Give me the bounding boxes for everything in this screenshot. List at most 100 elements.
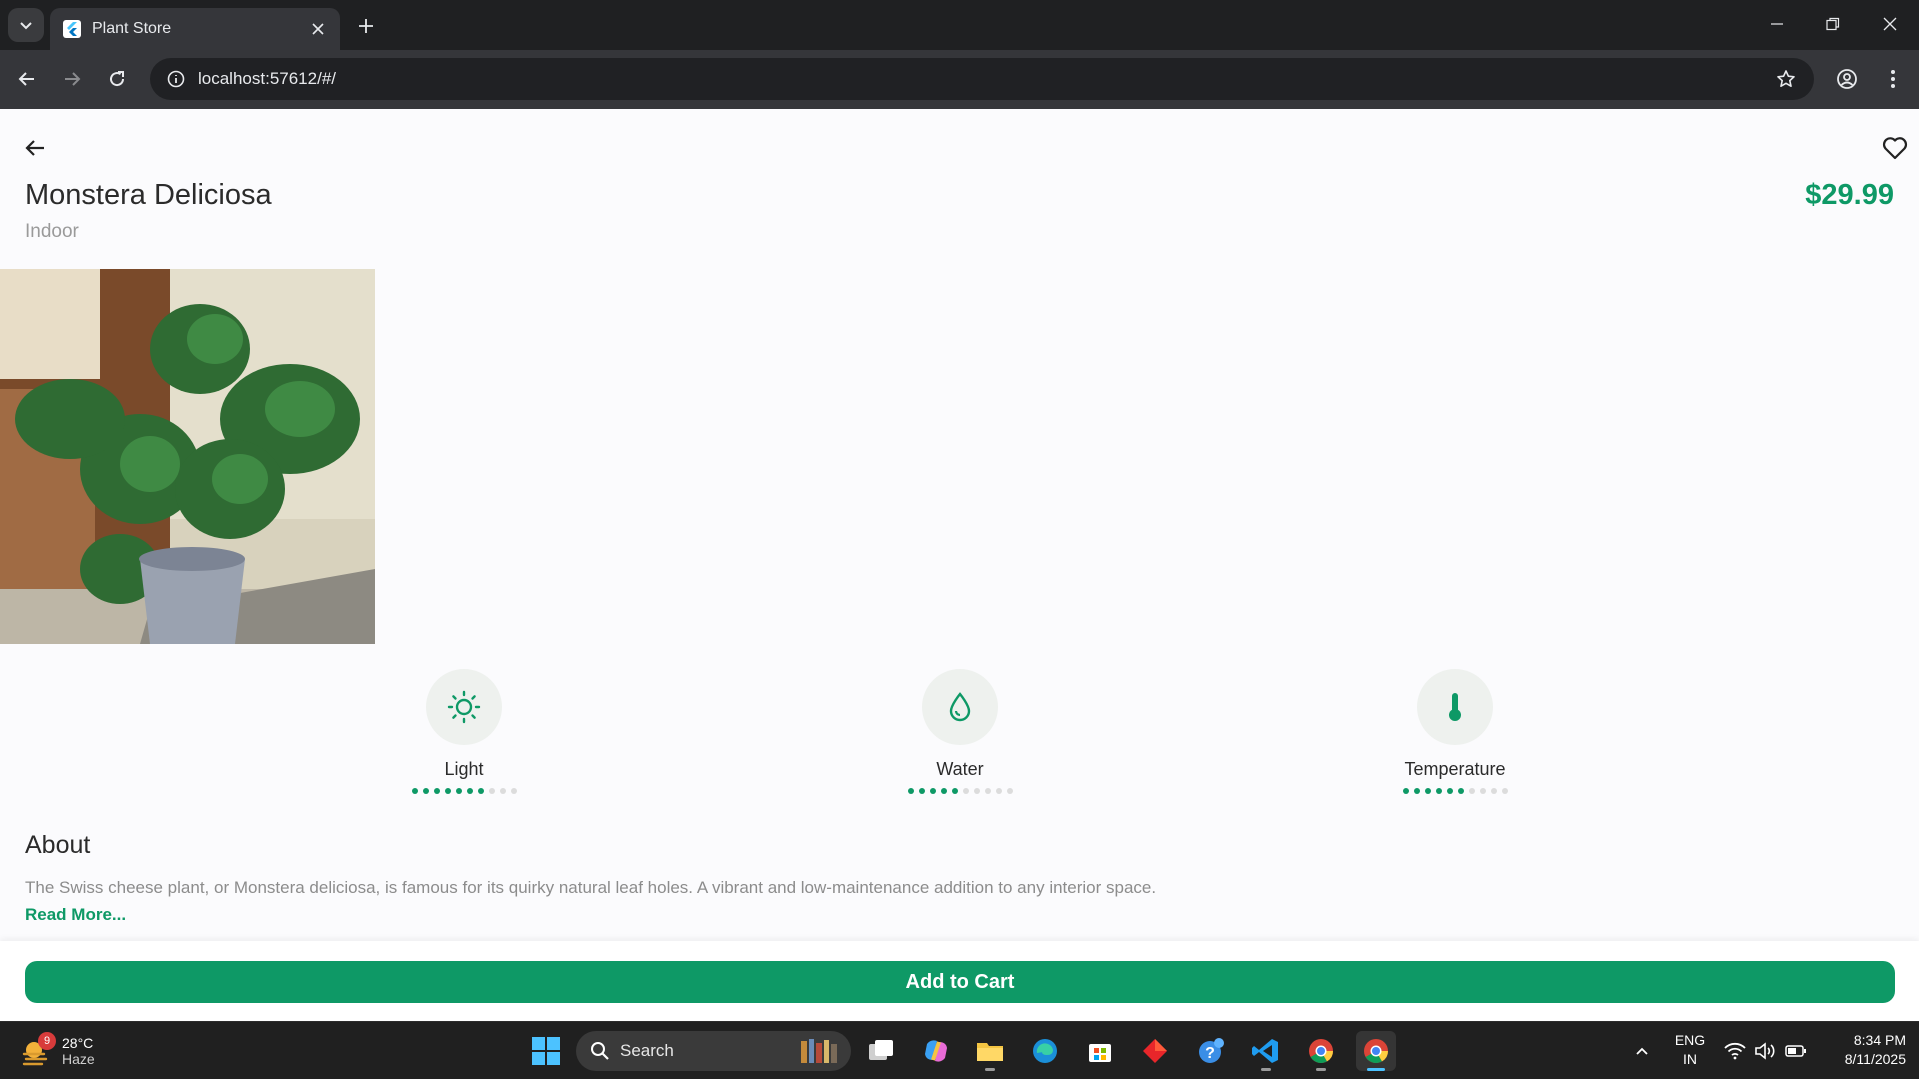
svg-text:?: ? <box>1205 1045 1215 1062</box>
bookmark-star-icon[interactable] <box>1766 59 1806 99</box>
add-to-cart-button[interactable]: Add to Cart <box>25 961 1895 1003</box>
level-dot <box>1490 788 1497 794</box>
file-explorer-icon[interactable] <box>970 1031 1010 1071</box>
battery-icon[interactable] <box>1782 1031 1810 1071</box>
level-dot <box>444 788 451 794</box>
level-dot <box>488 788 495 794</box>
level-dot <box>499 788 506 794</box>
care-label: Temperature <box>1404 759 1506 779</box>
taskbar-search[interactable]: Search <box>576 1031 851 1071</box>
level-dot <box>1402 788 1409 794</box>
level-dot <box>1468 788 1475 794</box>
water-drop-icon <box>922 669 998 745</box>
level-dot <box>1457 788 1464 794</box>
care-temperature: Temperature <box>1365 669 1545 794</box>
running-indicator <box>985 1068 995 1071</box>
level-dot <box>1435 788 1442 794</box>
url-text[interactable]: localhost:57612/#/ <box>198 69 1766 89</box>
level-dot <box>907 788 914 794</box>
wifi-icon[interactable] <box>1722 1031 1748 1071</box>
running-indicator <box>1261 1068 1271 1071</box>
level-dot <box>973 788 980 794</box>
clock-date: 8/11/2025 <box>1844 1051 1906 1067</box>
level-dot <box>422 788 429 794</box>
weather-widget[interactable]: 9 28°C Haze <box>20 1030 95 1072</box>
level-dot <box>951 788 958 794</box>
weather-condition: Haze <box>62 1051 95 1067</box>
help-chat-icon[interactable]: ? <box>1191 1031 1231 1071</box>
level-dot <box>466 788 473 794</box>
level-dot <box>455 788 462 794</box>
system-clock[interactable]: 8:34 PM 8/11/2025 <box>1820 1031 1906 1069</box>
back-arrow-icon[interactable] <box>10 62 44 96</box>
restore-icon[interactable] <box>1813 8 1853 40</box>
search-highlight-icon <box>801 1039 837 1063</box>
clock-time: 8:34 PM <box>1853 1032 1906 1048</box>
minimize-icon[interactable] <box>1757 8 1797 40</box>
plant-category: Indoor <box>25 221 79 242</box>
level-dot <box>918 788 925 794</box>
new-tab-icon[interactable] <box>352 12 380 40</box>
site-info-icon[interactable] <box>156 59 196 99</box>
profile-icon[interactable] <box>1830 62 1864 96</box>
thermometer-icon <box>1417 669 1493 745</box>
heart-icon[interactable] <box>1878 131 1912 165</box>
tab-title: Plant Store <box>92 20 172 37</box>
care-label: Water <box>936 759 984 779</box>
windows-taskbar: 9 28°C Haze Search ? ENG IN 8:34 PM 8/11… <box>0 1021 1919 1079</box>
copilot-icon[interactable] <box>916 1031 956 1071</box>
level-dot <box>1413 788 1420 794</box>
care-label: Light <box>444 759 484 779</box>
back-arrow-icon[interactable] <box>18 131 52 165</box>
search-icon <box>591 1042 609 1060</box>
browser-tab[interactable]: Plant Store <box>50 8 340 50</box>
vscode-icon[interactable] <box>1246 1031 1286 1071</box>
care-light: Light <box>374 669 554 794</box>
edge-browser-icon[interactable] <box>1025 1031 1065 1071</box>
level-dot <box>940 788 947 794</box>
forward-arrow-icon[interactable] <box>55 62 89 96</box>
search-label: Search <box>620 1041 674 1060</box>
kebab-menu-icon[interactable] <box>1876 62 1910 96</box>
level-dot <box>477 788 484 794</box>
level-dot <box>962 788 969 794</box>
task-view-icon[interactable] <box>861 1031 901 1071</box>
windows-start-icon[interactable] <box>526 1031 566 1071</box>
browser-toolbar: localhost:57612/#/ <box>0 50 1919 109</box>
level-dot <box>984 788 991 794</box>
language-code: ENG <box>1674 1032 1706 1048</box>
browser-tabstrip: Plant Store <box>0 0 1919 50</box>
language-indicator[interactable]: ENG IN <box>1668 1031 1712 1069</box>
plant-price: $29.99 <box>1805 179 1894 211</box>
chevron-down-icon <box>20 22 32 30</box>
weather-haze-icon: 9 <box>20 1032 56 1068</box>
level-dot <box>1006 788 1013 794</box>
cart-bar: Add to Cart <box>0 941 1919 1021</box>
app-diamond-icon[interactable] <box>1135 1031 1175 1071</box>
notification-badge: 9 <box>38 1032 56 1050</box>
microsoft-store-icon[interactable] <box>1080 1031 1120 1071</box>
level-dot <box>1424 788 1431 794</box>
volume-icon[interactable] <box>1752 1031 1778 1071</box>
plant-image <box>0 269 375 644</box>
chrome-icon[interactable] <box>1301 1031 1341 1071</box>
level-dot <box>411 788 418 794</box>
level-dot <box>1446 788 1453 794</box>
chrome-active-icon[interactable] <box>1356 1031 1396 1071</box>
about-title: About <box>25 831 91 859</box>
close-window-icon[interactable] <box>1870 8 1910 40</box>
level-dot <box>1501 788 1508 794</box>
care-level-indicator <box>1402 788 1508 794</box>
care-water: Water <box>870 669 1050 794</box>
care-level-indicator <box>907 788 1013 794</box>
close-tab-icon[interactable] <box>304 15 332 43</box>
weather-temperature: 28°C <box>62 1035 94 1051</box>
chevron-up-icon[interactable] <box>1630 1031 1654 1071</box>
tab-search-button[interactable] <box>8 8 44 42</box>
level-dot <box>1479 788 1486 794</box>
reload-icon[interactable] <box>100 62 134 96</box>
address-bar[interactable]: localhost:57612/#/ <box>150 58 1814 100</box>
flutter-icon <box>62 19 82 39</box>
level-dot <box>995 788 1002 794</box>
read-more-link[interactable]: Read More... <box>25 905 126 925</box>
